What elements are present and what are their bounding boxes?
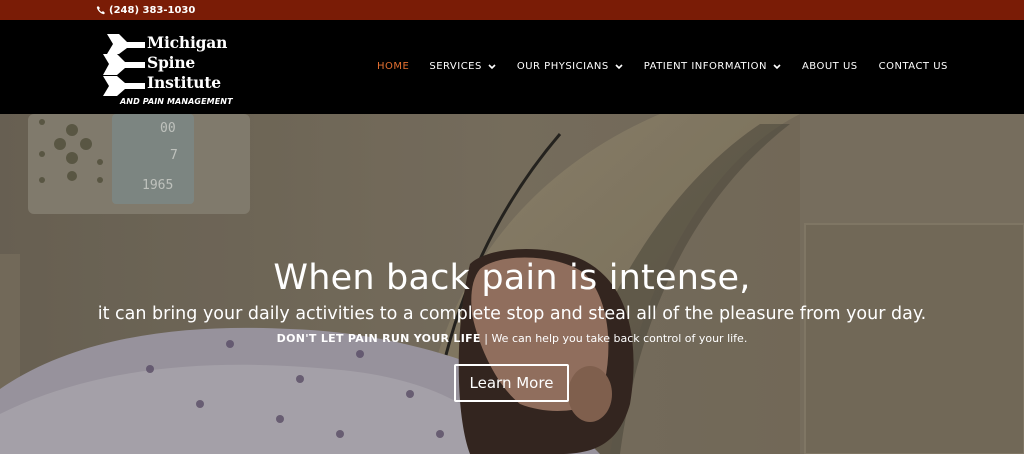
nav-patient-information[interactable]: PATIENT INFORMATION bbox=[644, 61, 781, 72]
spine-logo-icon bbox=[103, 34, 145, 96]
nav-our-physicians-label: OUR PHYSICIANS bbox=[516, 61, 609, 72]
chevron-down-icon bbox=[615, 63, 623, 70]
logo-word-spine: Spine bbox=[147, 53, 196, 72]
nav-services-label: SERVICES bbox=[429, 61, 482, 72]
nav-patient-information-label: PATIENT INFORMATION bbox=[643, 61, 767, 72]
main-nav: HOME SERVICES OUR PHYSICIANS PATIENT INF… bbox=[377, 61, 948, 72]
nav-services[interactable]: SERVICES bbox=[429, 61, 496, 72]
hero-tagline-bold: DON'T LET PAIN RUN YOUR LIFE bbox=[276, 332, 481, 345]
logo-subtitle: AND PAIN MANAGEMENT bbox=[120, 97, 233, 106]
hero-tagline: DON'T LET PAIN RUN YOUR LIFE | We can he… bbox=[0, 332, 1024, 345]
site-header: Michigan Spine Institute AND PAIN MANAGE… bbox=[0, 20, 1024, 114]
phone-icon bbox=[96, 5, 106, 15]
nav-our-physicians[interactable]: OUR PHYSICIANS bbox=[517, 61, 623, 72]
hero-banner: 00 7 1965 When back pain is intense, it … bbox=[0, 114, 1024, 454]
phone-number[interactable]: (248) 383-1030 bbox=[109, 5, 195, 16]
logo-word-michigan: Michigan bbox=[147, 33, 228, 52]
learn-more-button[interactable]: Learn More bbox=[454, 364, 569, 402]
hero-headline: When back pain is intense, bbox=[273, 258, 751, 298]
nav-contact-us[interactable]: CONTACT US bbox=[879, 61, 948, 72]
nav-home[interactable]: HOME bbox=[377, 61, 409, 72]
site-logo[interactable]: Michigan Spine Institute AND PAIN MANAGE… bbox=[101, 32, 241, 112]
nav-contact-us-label: CONTACT US bbox=[878, 61, 948, 72]
hero-tagline-rest: | We can help you take back control of y… bbox=[480, 332, 748, 345]
chevron-down-icon bbox=[488, 63, 496, 70]
nav-about-us[interactable]: ABOUT US bbox=[802, 61, 858, 72]
logo-word-institute: Institute bbox=[147, 73, 221, 92]
nav-home-label: HOME bbox=[377, 61, 410, 72]
nav-about-us-label: ABOUT US bbox=[801, 61, 858, 72]
hero-subline: it can bring your daily activities to a … bbox=[97, 304, 927, 324]
chevron-down-icon bbox=[773, 63, 781, 70]
top-bar: (248) 383-1030 bbox=[0, 0, 1024, 20]
